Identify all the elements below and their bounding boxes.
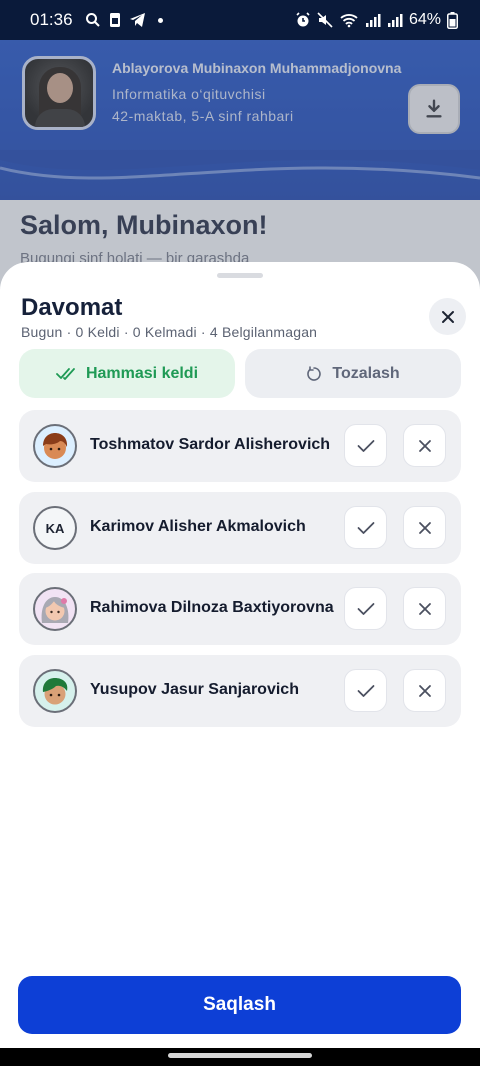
search-icon — [85, 13, 100, 27]
home-gesture-pill[interactable] — [168, 1053, 312, 1058]
close-icon — [418, 439, 431, 452]
mark-absent-button[interactable] — [403, 506, 446, 549]
check-icon — [357, 684, 374, 697]
sim-icon — [109, 13, 120, 27]
mark-absent-button[interactable] — [403, 424, 446, 467]
boy-avatar-icon — [42, 678, 68, 705]
mark-present-button[interactable] — [344, 506, 387, 549]
mute-icon — [317, 12, 333, 28]
wifi-icon — [340, 14, 358, 28]
signal-icon — [387, 14, 403, 27]
student-avatar: KA — [33, 506, 77, 550]
student-row: Toshmatov Sardor Alisherovich — [19, 410, 461, 482]
student-avatar — [33, 424, 77, 468]
close-icon — [418, 602, 431, 615]
clear-button[interactable]: Tozalash — [245, 349, 461, 398]
check-icon — [357, 602, 374, 615]
reset-icon — [307, 365, 322, 381]
attendance-summary: Bugun · 0 Keldi · 0 Kelmadi · 4 Belgilan… — [21, 324, 318, 340]
sheet-title: Davomat — [21, 294, 123, 321]
check-icon — [357, 439, 374, 452]
telegram-icon — [129, 13, 145, 27]
boy-avatar-icon — [43, 433, 68, 459]
close-icon — [418, 521, 431, 534]
dot-icon — [157, 17, 163, 23]
mark-absent-button[interactable] — [403, 669, 446, 712]
mark-present-button[interactable] — [344, 587, 387, 630]
mark-absent-button[interactable] — [403, 587, 446, 630]
alarm-icon — [296, 12, 310, 27]
student-name: Toshmatov Sardor Alisherovich — [90, 436, 331, 453]
mark-all-present-button[interactable]: Hammasi keldi — [19, 349, 235, 398]
student-row: Yusupov Jasur Sanjarovich — [19, 655, 461, 727]
double-check-icon — [56, 367, 75, 380]
student-avatar — [33, 587, 77, 631]
close-button[interactable] — [429, 298, 466, 335]
student-row: Rahimova Dilnoza Baxtiyorovna — [19, 573, 461, 645]
clear-label: Tozalash — [332, 364, 400, 382]
battery-text: 64% — [408, 11, 441, 28]
student-name: Rahimova Dilnoza Baxtiyorovna — [90, 599, 334, 616]
sheet-drag-handle[interactable] — [217, 273, 263, 278]
student-avatar — [33, 669, 77, 713]
status-bar: 01:36 64% — [0, 0, 480, 40]
student-row: KA Karimov Alisher Akmalovich — [19, 492, 461, 564]
save-button[interactable]: Saqlash — [18, 976, 461, 1034]
mark-present-button[interactable] — [344, 424, 387, 467]
student-name: Yusupov Jasur Sanjarovich — [90, 681, 299, 698]
student-name: Karimov Alisher Akmalovich — [90, 518, 306, 535]
close-icon — [418, 684, 431, 697]
attendance-sheet: Davomat Bugun · 0 Keldi · 0 Kelmadi · 4 … — [0, 262, 480, 1048]
girl-avatar-icon — [41, 597, 69, 623]
mark-present-button[interactable] — [344, 669, 387, 712]
battery-icon — [447, 11, 458, 29]
status-time: 01:36 — [30, 10, 73, 29]
signal-icon — [365, 14, 381, 27]
close-icon — [441, 310, 454, 323]
check-icon — [357, 521, 374, 534]
mark-all-present-label: Hammasi keldi — [85, 364, 199, 382]
